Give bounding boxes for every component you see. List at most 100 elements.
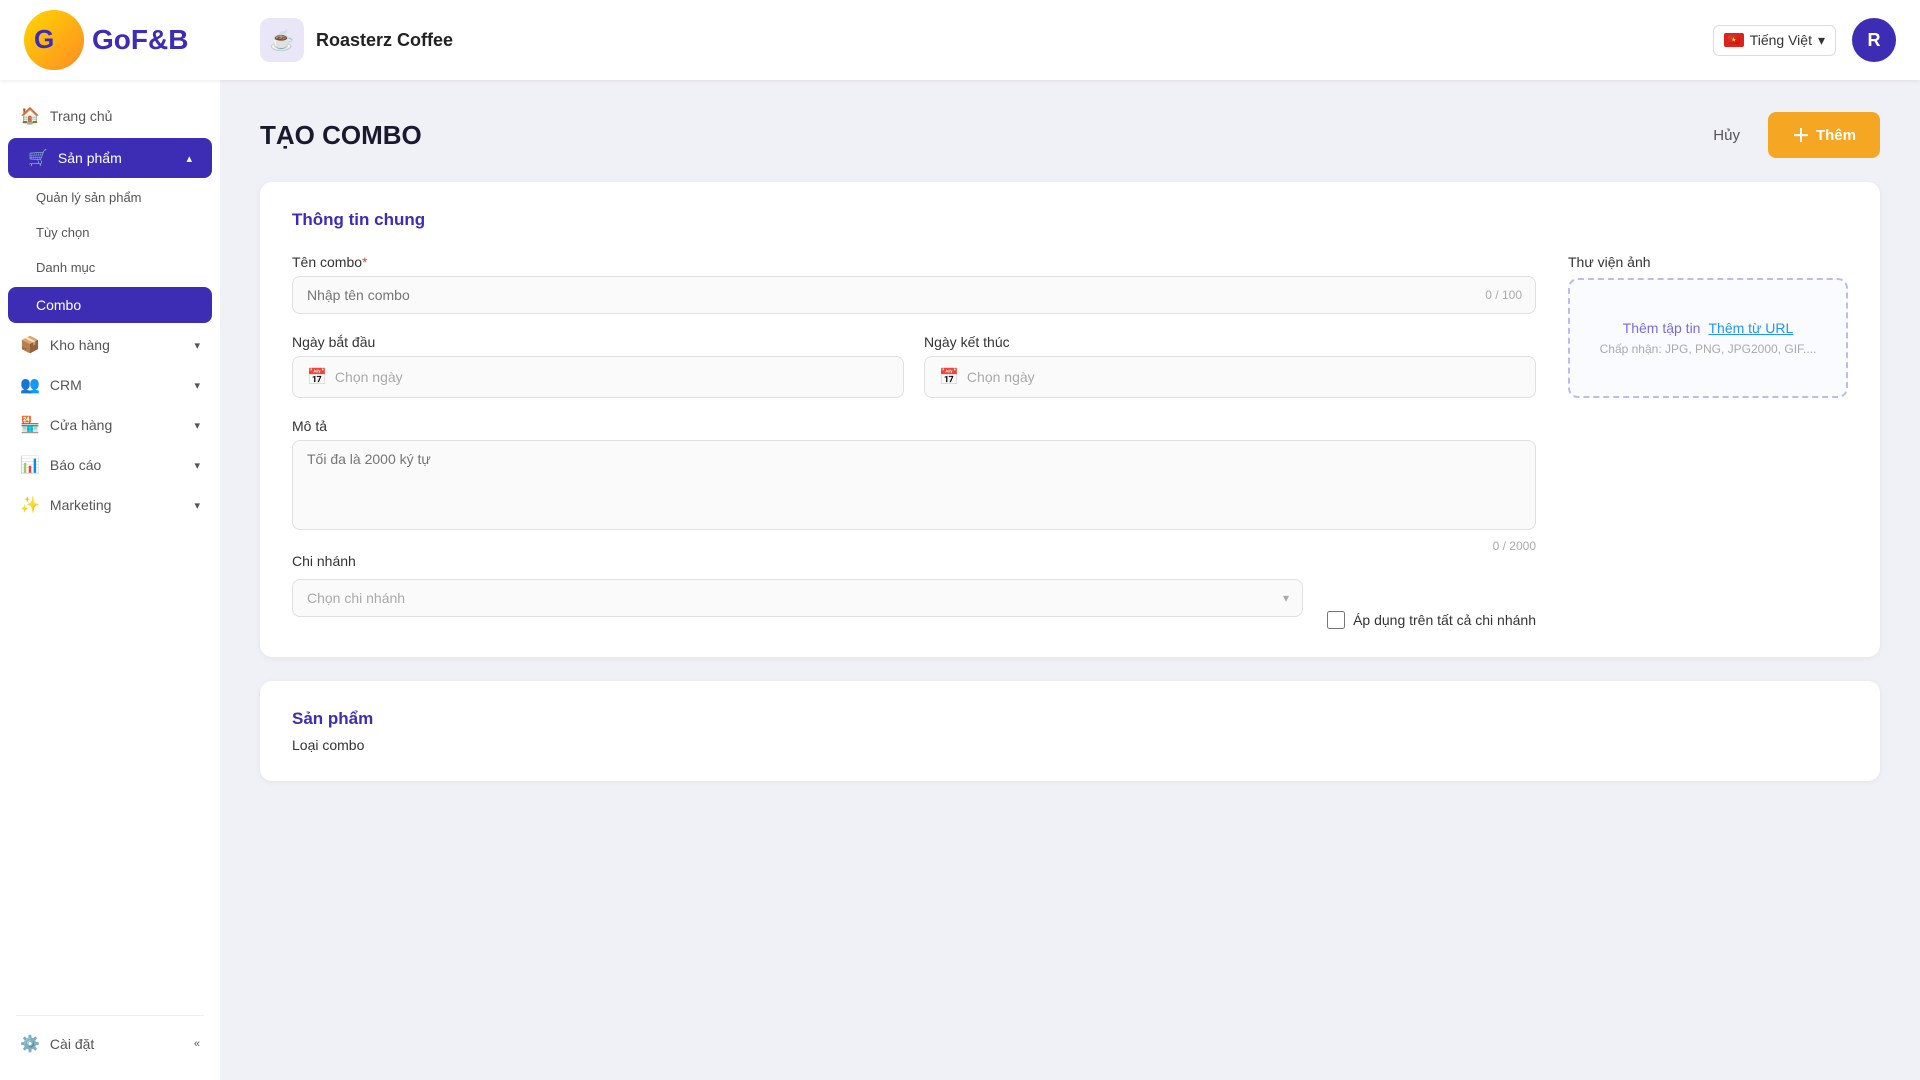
sidebar-item-trang-chu[interactable]: 🏠 Trang chủ [0,96,220,136]
language-selector[interactable]: 🇻🇳 Tiếng Việt ▾ [1713,25,1836,56]
form-fields: Tên combo* 0 / 100 Ngày bắt đầu 📅 [292,254,1536,629]
start-date-group: Ngày bắt đầu 📅 Chọn ngày [292,334,904,398]
end-date-group: Ngày kết thúc 📅 Chọn ngày [924,334,1536,398]
cancel-button[interactable]: Hủy [1697,119,1756,152]
header-actions: Hủy ＋ Thêm [1697,112,1880,158]
start-date-label: Ngày bắt đầu [292,334,904,350]
kho-hang-chevron-icon: ▾ [194,339,200,352]
sidebar-label-bao-cao: Báo cáo [50,457,185,473]
combo-name-input[interactable] [292,276,1536,314]
end-date-placeholder: Chọn ngày [967,369,1035,385]
home-icon: 🏠 [20,106,40,126]
logo-text: GoF&B [92,24,188,56]
upload-url-link[interactable]: Thêm từ URL [1708,320,1793,336]
description-input[interactable] [292,440,1536,530]
warehouse-icon: 📦 [20,335,40,355]
combo-name-label: Tên combo* [292,254,1536,270]
end-date-input[interactable]: 📅 Chọn ngày [924,356,1536,398]
flag-icon: 🇻🇳 [1724,33,1744,47]
sidebar-item-danh-muc[interactable]: Danh mục [0,250,220,285]
image-library-label: Thư viện ảnh [1568,254,1848,270]
sidebar: 🏠 Trang chủ 🛒 Sản phẩm ▴ Quản lý sản phẩ… [0,80,220,1080]
sidebar-label-crm: CRM [50,377,185,393]
sidebar-item-cai-dat[interactable]: ⚙️ Cài đặt « [0,1024,220,1064]
page-title: TẠO COMBO [260,120,422,151]
upload-hint: Chấp nhận: JPG, PNG, JPG2000, GIF.... [1600,342,1817,356]
start-date-calendar-icon: 📅 [307,367,327,387]
sidebar-label-kho-hang: Kho hàng [50,337,185,353]
sidebar-item-cua-hang[interactable]: 🏪 Cửa hàng ▾ [0,405,220,445]
dates-row: Ngày bắt đầu 📅 Chọn ngày Ngày kết thúc 📅… [292,334,1536,398]
sidebar-item-kho-hang[interactable]: 📦 Kho hàng ▾ [0,325,220,365]
image-upload-box[interactable]: Thêm tập tin Thêm từ URL Chấp nhận: JPG,… [1568,278,1848,398]
crm-icon: 👥 [20,375,40,395]
main-content: TẠO COMBO Hủy ＋ Thêm Thông tin chung Tên… [220,80,1920,1080]
sidebar-item-san-pham[interactable]: 🛒 Sản phẩm ▴ [8,138,212,178]
sidebar-bottom: ⚙️ Cài đặt « [0,1007,220,1064]
add-button-label: Thêm [1816,127,1856,144]
upload-file-link[interactable]: Thêm tập tin [1623,320,1701,336]
sidebar-item-marketing[interactable]: ✨ Marketing ▾ [0,485,220,525]
sidebar-label-tuy-chon: Tùy chọn [36,225,200,240]
sidebar-label-cai-dat: Cài đặt [50,1036,184,1052]
sidebar-divider [16,1015,204,1016]
sidebar-label-marketing: Marketing [50,497,185,513]
collapse-icon[interactable]: « [194,1038,200,1050]
add-button[interactable]: ＋ Thêm [1768,112,1880,158]
store-icon: 🏪 [20,415,40,435]
bao-cao-chevron-icon: ▾ [194,459,200,472]
combo-name-input-wrapper: 0 / 100 [292,276,1536,314]
sidebar-item-quan-ly-san-pham[interactable]: Quản lý sản phẩm [0,180,220,215]
products-title: Sản phẩm [292,709,1848,729]
description-counter: 0 / 2000 [292,539,1536,553]
brand-icon: ☕ [260,18,304,62]
sidebar-label-combo: Combo [36,297,192,313]
marketing-icon: ✨ [20,495,40,515]
logo-area: G GoF&B [24,10,244,70]
description-wrapper: 0 / 2000 [292,440,1536,553]
combo-type-label: Loại combo [292,737,1848,753]
sidebar-item-crm[interactable]: 👥 CRM ▾ [0,365,220,405]
sidebar-item-combo[interactable]: Combo [8,287,212,323]
sidebar-item-tuy-chon[interactable]: Tùy chọn [0,215,220,250]
crm-chevron-icon: ▾ [194,379,200,392]
brand-area: ☕ Roasterz Coffee [260,18,1697,62]
topbar-right: 🇻🇳 Tiếng Việt ▾ R [1713,18,1896,62]
topbar: G GoF&B ☕ Roasterz Coffee 🇻🇳 Tiếng Việt … [0,0,1920,80]
svg-text:G: G [34,24,54,54]
branch-select-group: Chọn chi nhánh ▾ [292,579,1303,617]
products-card: Sản phẩm Loại combo [260,681,1880,781]
start-date-placeholder: Chọn ngày [335,369,403,385]
start-date-input[interactable]: 📅 Chọn ngày [292,356,904,398]
branch-label: Chi nhánh [292,553,1536,569]
lang-chevron-icon: ▾ [1818,32,1825,49]
branch-select-wrapper: Chọn chi nhánh ▾ [292,579,1303,617]
upload-actions: Thêm tập tin Thêm từ URL [1623,320,1794,336]
general-info-card: Thông tin chung Tên combo* 0 / 100 [260,182,1880,657]
combo-name-counter: 0 / 100 [1485,288,1522,302]
apply-all-label: Áp dụng trên tất cả chi nhánh [1353,612,1536,628]
sidebar-label-san-pham: Sản phẩm [58,150,177,166]
sidebar-label-cua-hang: Cửa hàng [50,417,185,433]
description-label: Mô tả [292,418,1536,434]
product-icon: 🛒 [28,148,48,168]
branch-group: Chi nhánh Chọn chi nhánh ▾ [292,553,1536,629]
apply-all-group: Áp dụng trên tất cả chi nhánh [1327,579,1536,629]
sidebar-label-trang-chu: Trang chủ [50,108,200,124]
required-star: * [362,254,367,270]
description-group: Mô tả 0 / 2000 [292,418,1536,553]
branch-select[interactable]: Chọn chi nhánh [292,579,1303,617]
image-library: Thư viện ảnh Thêm tập tin Thêm từ URL Ch… [1568,254,1848,398]
page-header: TẠO COMBO Hủy ＋ Thêm [260,112,1880,158]
add-plus-icon: ＋ [1792,122,1810,148]
apply-all-checkbox[interactable] [1327,611,1345,629]
sidebar-item-bao-cao[interactable]: 📊 Báo cáo ▾ [0,445,220,485]
sidebar-label-danh-muc: Danh mục [36,260,200,275]
sidebar-label-quan-ly: Quản lý sản phẩm [36,190,200,205]
layout: 🏠 Trang chủ 🛒 Sản phẩm ▴ Quản lý sản phẩ… [0,80,1920,1080]
end-date-calendar-icon: 📅 [939,367,959,387]
settings-icon: ⚙️ [20,1034,40,1054]
avatar[interactable]: R [1852,18,1896,62]
lang-label: Tiếng Việt [1750,32,1812,48]
combo-name-group: Tên combo* 0 / 100 [292,254,1536,314]
